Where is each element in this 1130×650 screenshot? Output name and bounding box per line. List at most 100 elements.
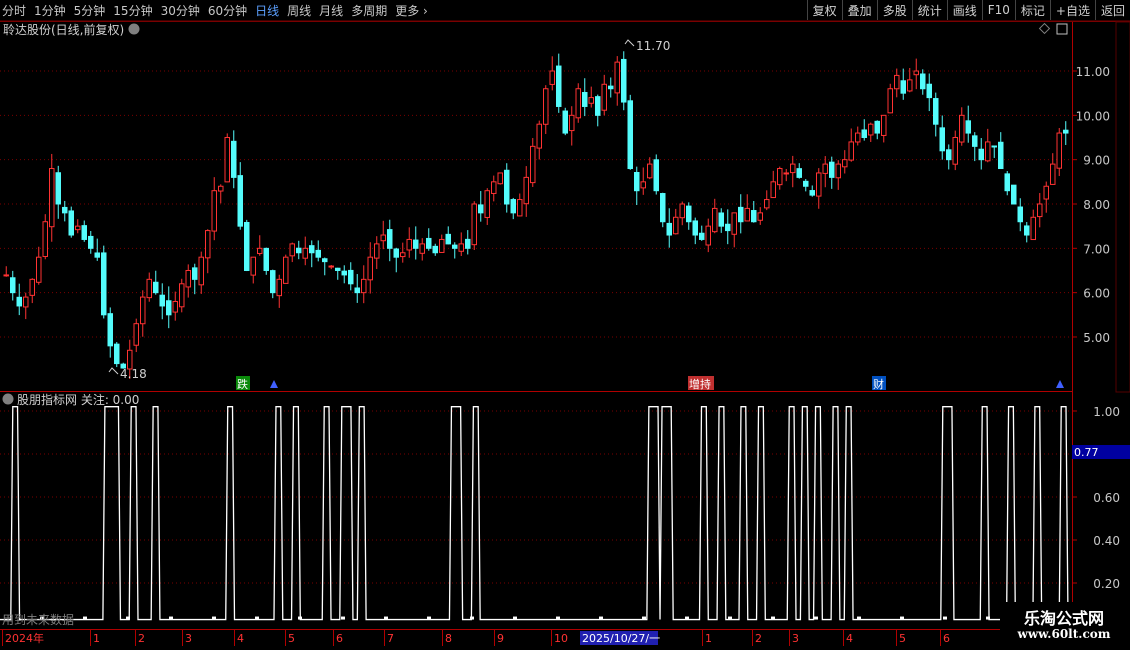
- stock-title: 聆达股份(日线,前复权): [3, 22, 124, 37]
- candle-body: [257, 247, 263, 255]
- candle-body: [1043, 185, 1049, 200]
- candle-body: [666, 222, 672, 236]
- price-axis-label: 7.00: [1083, 242, 1110, 256]
- candle-body: [556, 65, 562, 107]
- candle-body: [868, 123, 874, 136]
- candle-body: [751, 210, 757, 223]
- candle-body: [1004, 173, 1010, 192]
- candle-body: [718, 212, 724, 227]
- indicator-marker: [126, 616, 130, 620]
- candle-body: [36, 256, 42, 283]
- candle-body: [686, 205, 692, 223]
- candle-body: [198, 256, 204, 286]
- candle-body: [3, 274, 9, 277]
- chart-canvas[interactable]: 11.0010.009.008.007.006.005.001.000.800.…: [0, 0, 1130, 650]
- chevron-down-icon[interactable]: [128, 23, 140, 35]
- candle-body: [998, 141, 1004, 170]
- candle-body: [484, 190, 490, 218]
- candle-body: [692, 220, 698, 236]
- candle-body: [302, 247, 308, 259]
- candle-body: [439, 238, 445, 253]
- candle-body: [582, 92, 588, 107]
- candle-body: [153, 281, 159, 294]
- candle-body: [445, 233, 451, 245]
- candle-body: [270, 270, 276, 294]
- candle-body: [712, 207, 718, 233]
- candle-body: [276, 278, 282, 297]
- candle-body: [647, 163, 653, 179]
- candle-body: [744, 207, 750, 222]
- high-price-label: 11.70: [636, 39, 670, 53]
- candle-body: [406, 238, 412, 251]
- candle-body: [588, 97, 594, 104]
- candle-body: [939, 127, 945, 152]
- high-marker: [624, 39, 635, 47]
- arrow-up-icon[interactable]: [270, 380, 278, 388]
- window-icon[interactable]: [1056, 23, 1068, 35]
- event-label: 跌: [237, 377, 248, 391]
- candle-body: [335, 267, 341, 271]
- candle-body: [907, 79, 913, 92]
- candle-body: [627, 100, 633, 170]
- time-axis-label: 2: [755, 632, 762, 645]
- candle-body: [68, 210, 74, 236]
- candle-body: [387, 229, 393, 249]
- candle-body: [900, 80, 906, 94]
- candle-body: [848, 141, 854, 161]
- candle-body: [55, 172, 61, 205]
- candle-body: [855, 132, 861, 143]
- indicator-axis-label: 1.00: [1093, 405, 1120, 419]
- candle-body: [341, 270, 347, 276]
- indicator-marker: [685, 616, 689, 620]
- candle-body: [159, 294, 165, 307]
- candle-body: [107, 313, 113, 347]
- candle-body: [88, 235, 94, 249]
- candle-body: [705, 225, 711, 246]
- diamond-icon[interactable]: [1038, 22, 1051, 35]
- candle-body: [614, 61, 620, 94]
- candle-body: [172, 301, 178, 313]
- side-panel: [1115, 21, 1130, 393]
- site-watermark: 乐淘公式网 www.60lt.com: [1000, 602, 1128, 646]
- candle-body: [413, 239, 419, 249]
- low-marker: [108, 367, 119, 375]
- time-axis-label: 7: [387, 632, 394, 645]
- candle-body: [829, 161, 835, 178]
- indicator-marker: [169, 616, 173, 620]
- candle-body: [432, 245, 438, 254]
- time-axis-label: 8: [445, 632, 452, 645]
- time-axis-label: 2024年: [5, 631, 44, 645]
- candle-body: [1024, 225, 1030, 236]
- candle-body: [920, 73, 926, 90]
- candle-body: [393, 248, 399, 258]
- arrow-up-icon[interactable]: [1056, 380, 1064, 388]
- candle-body: [731, 212, 737, 235]
- candle-body: [965, 120, 971, 134]
- candle-body: [1037, 203, 1043, 218]
- price-axis-label: 5.00: [1083, 331, 1110, 345]
- candle-body: [211, 190, 217, 232]
- low-price-label: 4.18: [120, 367, 147, 381]
- candle-body: [946, 149, 952, 161]
- candle-body: [1011, 184, 1017, 205]
- candle-body: [218, 185, 224, 192]
- candle-body: [1056, 132, 1062, 169]
- chevron-down-icon[interactable]: [2, 393, 14, 405]
- candle-body: [10, 277, 16, 294]
- indicator-marker: [771, 616, 775, 620]
- indicator-marker: [900, 616, 904, 620]
- candle-body: [796, 168, 802, 178]
- candle-body: [926, 83, 932, 99]
- cursor-date-label: 2025/10/27/一: [582, 632, 660, 645]
- candle-body: [400, 252, 406, 258]
- time-axis-label: 1: [705, 632, 712, 645]
- candle-body: [465, 238, 471, 249]
- candle-body: [426, 237, 432, 249]
- indicator-marker: [427, 616, 431, 620]
- indicator-marker: [513, 616, 517, 620]
- time-axis-label: 6: [943, 632, 950, 645]
- candle-body: [179, 283, 185, 308]
- indicator-marker: [556, 616, 560, 620]
- candle-body: [374, 243, 380, 259]
- candle-body: [491, 181, 497, 194]
